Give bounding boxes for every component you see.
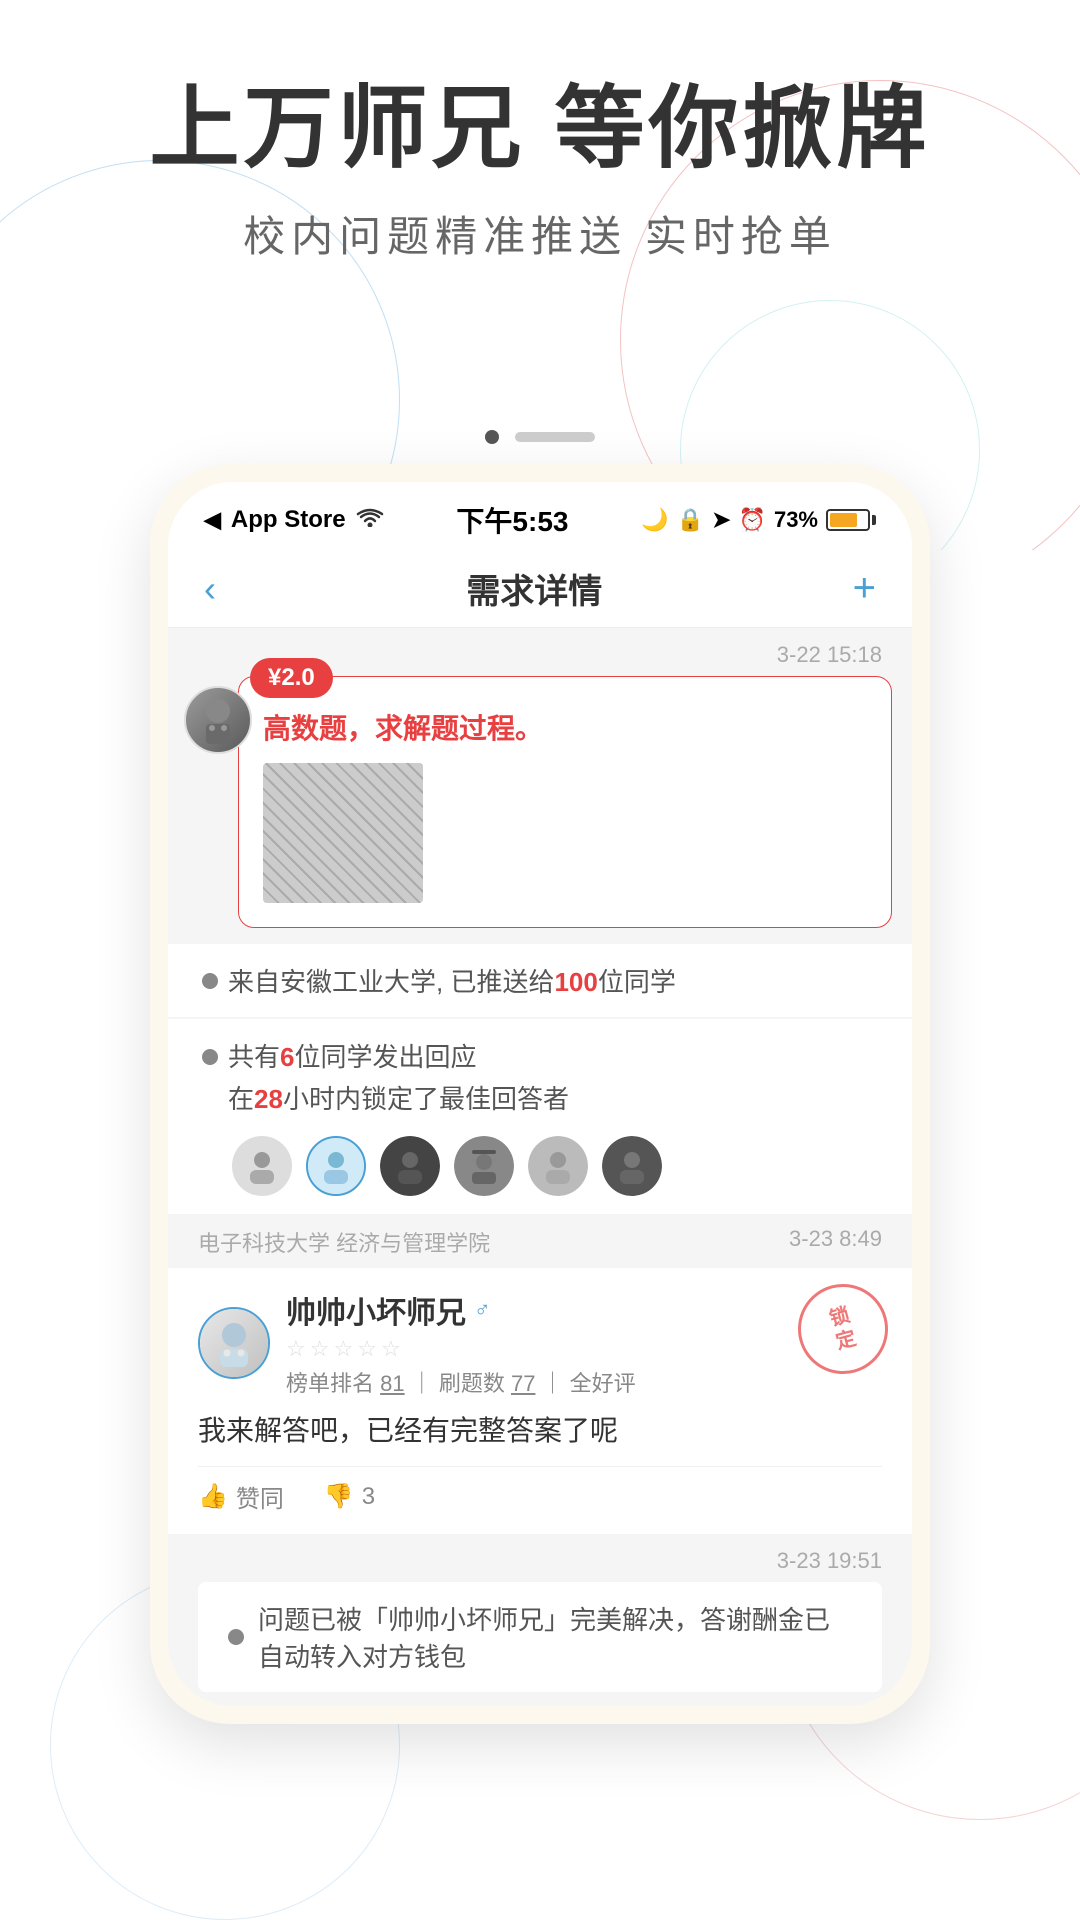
timeline-dot-2 bbox=[202, 1049, 218, 1065]
moon-icon: 🌙 bbox=[641, 507, 668, 533]
star-5: ☆ bbox=[381, 1336, 401, 1362]
avatar-1 bbox=[232, 1136, 292, 1196]
avatar-5 bbox=[528, 1136, 588, 1196]
location-icon: ➤ bbox=[712, 507, 730, 533]
status-left: ◀ App Store bbox=[204, 506, 384, 534]
section-school: 电子科技大学 经济与管理学院 bbox=[198, 1226, 490, 1258]
status-bar: ◀ App Store 下午5:53 🌙 bbox=[168, 482, 912, 550]
info-push: 来自安徽工业大学, 已推送给100位同学 bbox=[168, 944, 912, 1017]
question-image bbox=[263, 763, 423, 903]
status-time: 下午5:53 bbox=[384, 500, 642, 540]
answer-actions: 👍 赞同 👎 3 bbox=[198, 1466, 882, 1514]
lock-status-icon: 🔒 bbox=[677, 507, 704, 533]
content-area: 3-22 15:18 ¥2.0 bbox=[168, 628, 912, 1706]
section-header: 电子科技大学 经济与管理学院 3-23 8:49 bbox=[168, 1216, 912, 1268]
question-avatar bbox=[184, 686, 252, 754]
hero-title: 上万师兄 等你掀牌 bbox=[0, 80, 1080, 179]
nav-title: 需求详情 bbox=[466, 564, 602, 613]
star-2: ☆ bbox=[310, 1336, 330, 1362]
dislike-button[interactable]: 👎 3 bbox=[324, 1479, 375, 1514]
alarm-icon: ⏰ bbox=[739, 507, 766, 533]
avatar-2-selected bbox=[306, 1136, 366, 1196]
star-1: ☆ bbox=[286, 1336, 306, 1362]
thumbs-up-icon: 👍 bbox=[198, 1482, 228, 1511]
hero-subtitle: 校内问题精准推送 实时抢单 bbox=[0, 203, 1080, 264]
gender-icon: ♂ bbox=[474, 1297, 491, 1323]
answer-avatar bbox=[198, 1307, 270, 1379]
answer-username: 帅帅小坏师兄 bbox=[286, 1288, 466, 1332]
add-button[interactable]: + bbox=[853, 566, 876, 611]
info-push-text: 来自安徽工业大学, 已推送给100位同学 bbox=[228, 967, 676, 997]
answer-text: 我来解答吧，已经有完整答案了呢 bbox=[198, 1410, 882, 1452]
answer-user-info: 帅帅小坏师兄 ♂ ☆ ☆ ☆ ☆ ☆ 榜单排名 81 ｜ bbox=[286, 1288, 882, 1398]
hero-section: 上万师兄 等你掀牌 校内问题精准推送 实时抢单 bbox=[0, 80, 1080, 264]
timeline-dot-1 bbox=[202, 973, 218, 989]
back-button[interactable]: ‹ bbox=[204, 568, 216, 610]
answer-stars: ☆ ☆ ☆ ☆ ☆ bbox=[286, 1336, 882, 1362]
star-4: ☆ bbox=[357, 1336, 377, 1362]
like-label: 赞同 bbox=[236, 1479, 284, 1514]
avatar-6 bbox=[602, 1136, 662, 1196]
pagination-dot-1 bbox=[485, 430, 499, 444]
wifi-icon bbox=[356, 506, 384, 534]
back-arrow-icon: ◀ bbox=[204, 507, 221, 533]
final-info: 问题已被「帅帅小坏师兄」完美解决，答谢酬金已自动转入对方钱包 bbox=[198, 1582, 882, 1692]
phone-outer: ◀ App Store 下午5:53 🌙 bbox=[150, 464, 930, 1724]
avatar-4 bbox=[454, 1136, 514, 1196]
phone-inner: ◀ App Store 下午5:53 🌙 bbox=[168, 482, 912, 1706]
final-text: 问题已被「帅帅小坏师兄」完美解决，答谢酬金已自动转入对方钱包 bbox=[258, 1605, 830, 1672]
pagination bbox=[150, 430, 930, 444]
info-responses: 共有6位同学发出回应 在28小时内锁定了最佳回答者 bbox=[168, 1019, 912, 1214]
nav-bar: ‹ 需求详情 + bbox=[168, 550, 912, 628]
final-timestamp: 3-23 19:51 bbox=[198, 1548, 882, 1574]
answer-card: 帅帅小坏师兄 ♂ ☆ ☆ ☆ ☆ ☆ 榜单排名 81 ｜ bbox=[168, 1268, 912, 1534]
status-right: 🌙 🔒 ➤ ⏰ 73% bbox=[641, 507, 876, 533]
answer-meta: 榜单排名 81 ｜ 刷题数 77 ｜ 全好评 bbox=[286, 1366, 882, 1398]
section-timestamp: 3-23 8:49 bbox=[789, 1226, 882, 1258]
responder-avatars bbox=[232, 1136, 882, 1196]
info-responses-text: 共有6位同学发出回应 在28小时内锁定了最佳回答者 bbox=[228, 1037, 882, 1120]
battery-percent: 73% bbox=[774, 507, 818, 533]
app-store-label: App Store bbox=[231, 506, 346, 534]
question-text: 高数题，求解题过程。 bbox=[263, 707, 867, 747]
like-button[interactable]: 👍 赞同 bbox=[198, 1479, 284, 1514]
price-badge: ¥2.0 bbox=[250, 658, 333, 698]
phone-mockup: ◀ App Store 下午5:53 🌙 bbox=[150, 430, 930, 1724]
battery-icon bbox=[826, 509, 876, 531]
dislike-count: 3 bbox=[362, 1483, 375, 1511]
avatar-3 bbox=[380, 1136, 440, 1196]
star-3: ☆ bbox=[333, 1336, 353, 1362]
timeline-dot-final bbox=[228, 1629, 244, 1645]
pagination-line bbox=[515, 432, 595, 442]
answer-user-row: 帅帅小坏师兄 ♂ ☆ ☆ ☆ ☆ ☆ 榜单排名 81 ｜ bbox=[198, 1288, 882, 1398]
thumbs-down-icon: 👎 bbox=[324, 1482, 354, 1511]
final-section: 3-23 19:51 问题已被「帅帅小坏师兄」完美解决，答谢酬金已自动转入对方钱… bbox=[168, 1534, 912, 1706]
question-card: 高数题，求解题过程。 bbox=[238, 676, 892, 928]
